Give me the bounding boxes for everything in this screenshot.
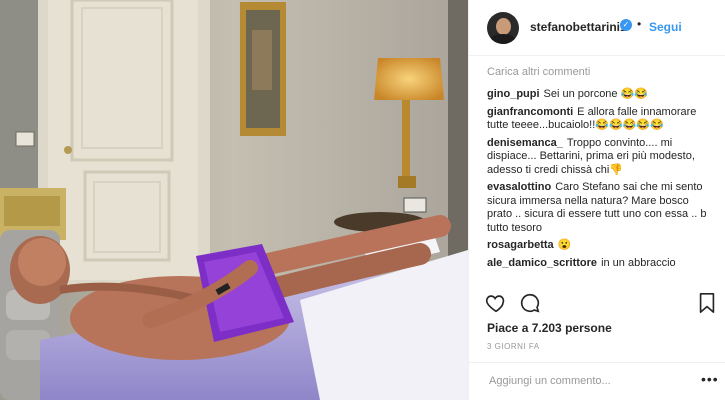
comment-text: 😮 xyxy=(557,239,572,251)
likes-count[interactable]: Piace a 7.203 persone xyxy=(487,321,612,335)
separator-dot: • xyxy=(637,17,642,31)
bookmark-icon[interactable] xyxy=(697,292,717,314)
more-options-icon[interactable]: ••• xyxy=(701,371,719,387)
comment-bubble-icon[interactable] xyxy=(519,292,541,314)
comment-item: gino_pupi Sei un porcone 😂😂 xyxy=(487,88,713,102)
follow-button[interactable]: Segui xyxy=(649,20,682,34)
comment-username[interactable]: evasalottino xyxy=(487,181,551,193)
post-photo[interactable] xyxy=(0,0,468,400)
comment-username[interactable]: rosagarbetta xyxy=(487,239,554,251)
add-comment-input[interactable] xyxy=(487,371,681,391)
load-more-comments-link[interactable]: Carica altri commenti xyxy=(487,66,713,80)
comment-item: gianfrancomonti E allora falle innamorare… xyxy=(487,106,713,133)
comment-text: in un abbraccio xyxy=(601,256,676,269)
comment-item: evasalottino Caro Stefano sai che mi sent… xyxy=(487,181,713,235)
comment-username[interactable]: ale_damico_scrittore xyxy=(487,257,597,269)
comment-text: Sei un porcone 😂😂 xyxy=(543,88,648,100)
comment-item: ale_damico_scrittore in un abbraccio xyxy=(487,257,713,271)
photo-scene xyxy=(0,0,468,400)
add-comment-bar: ••• xyxy=(469,362,725,400)
comments-list: Carica altri commenti gino_pupi Sei un po… xyxy=(487,66,713,274)
action-bar xyxy=(485,292,717,316)
comment-item: denisemanca_ Troppo convinto.... mi dispi… xyxy=(487,137,713,178)
post-header: stefanobettarini1 ✓ • Segui xyxy=(469,0,725,56)
avatar-body xyxy=(490,34,516,44)
heart-icon[interactable] xyxy=(485,292,507,314)
comment-item: rosagarbetta 😮 xyxy=(487,239,713,253)
avatar-face xyxy=(496,18,511,35)
post-date: 3 GIORNI FA xyxy=(487,342,540,351)
comment-username[interactable]: gianfrancomonti xyxy=(487,106,573,118)
comment-username[interactable]: denisemanca_ xyxy=(487,137,563,149)
username-link[interactable]: stefanobettarini1 xyxy=(530,20,627,34)
verified-badge-icon: ✓ xyxy=(620,19,632,31)
post-sidebar: stefanobettarini1 ✓ • Segui Carica altri… xyxy=(468,0,725,400)
comment-username[interactable]: gino_pupi xyxy=(487,88,540,100)
avatar[interactable] xyxy=(487,12,519,44)
